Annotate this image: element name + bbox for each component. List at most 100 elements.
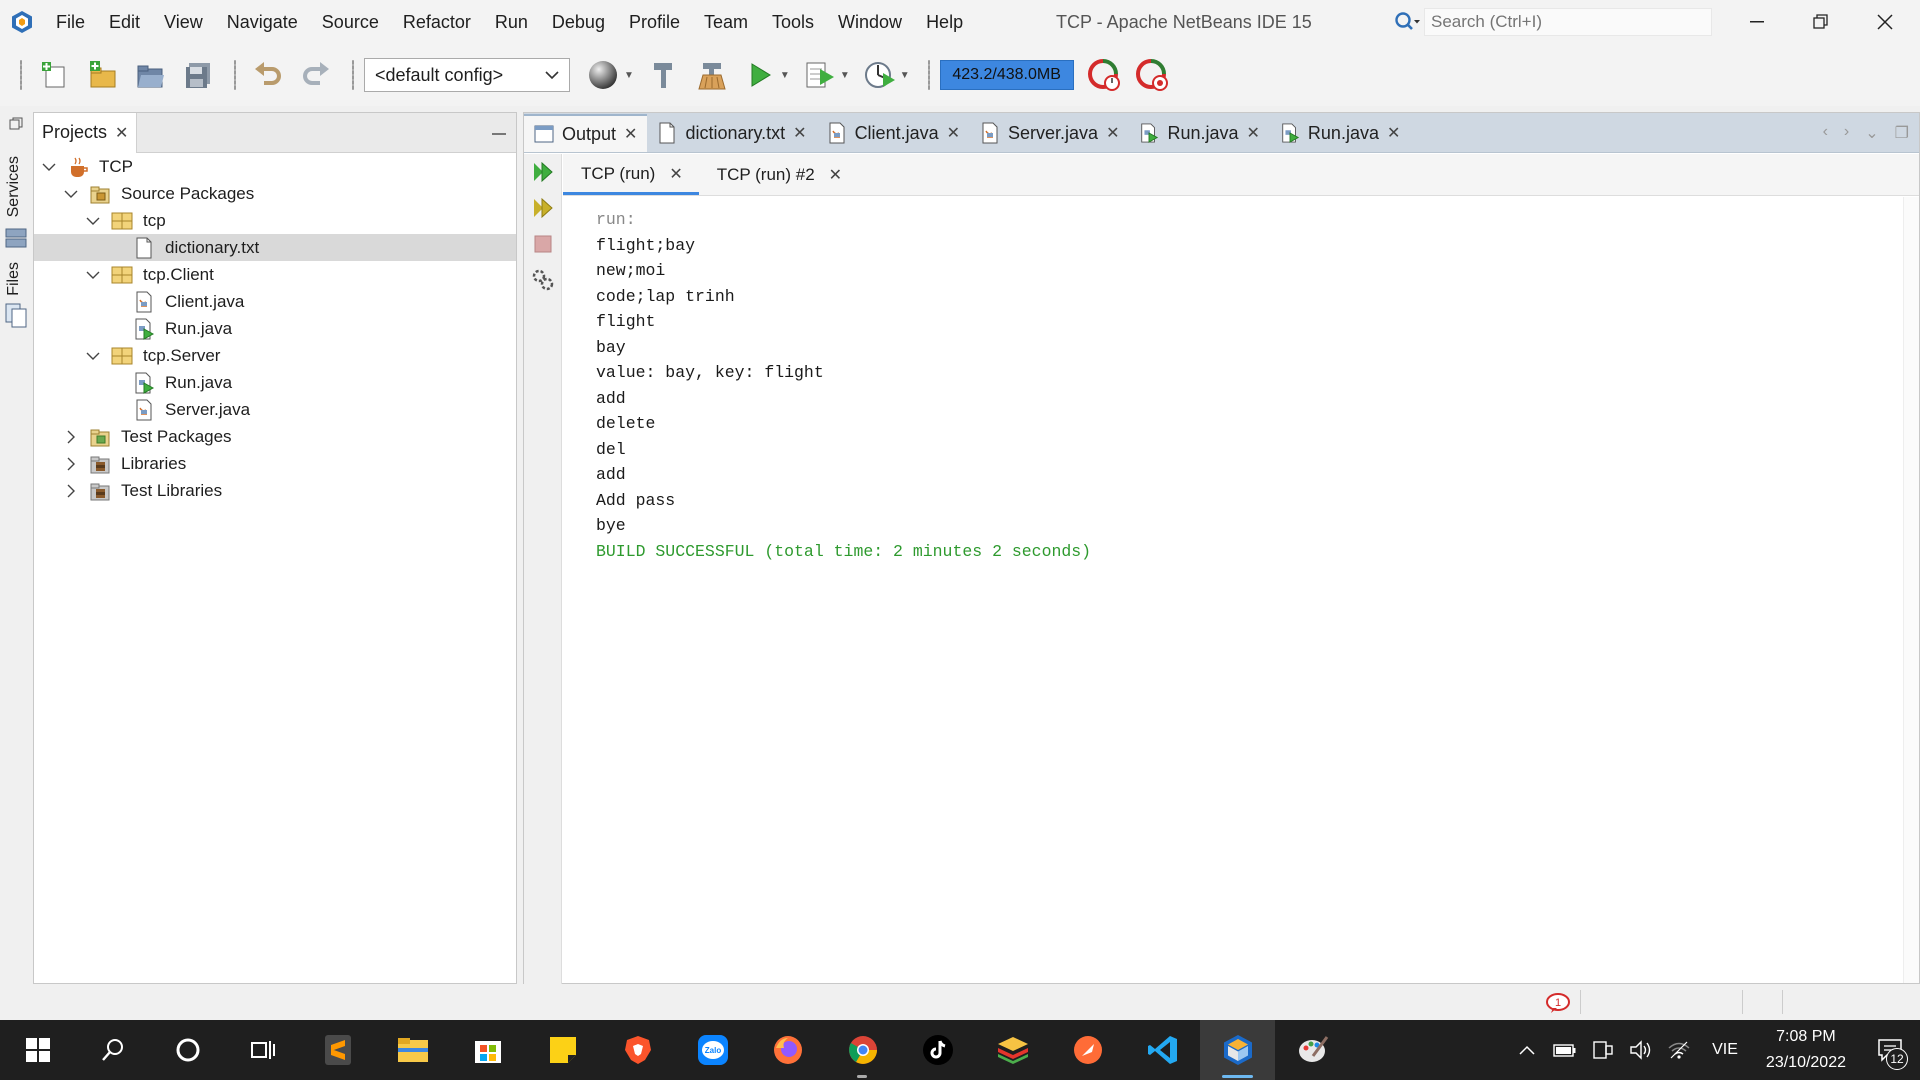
search-icon[interactable] xyxy=(1390,8,1424,36)
cortana-icon[interactable] xyxy=(150,1020,225,1080)
microsoft-store-icon[interactable] xyxy=(450,1020,525,1080)
chevron-down-icon[interactable] xyxy=(85,213,101,229)
tab-run-java[interactable]: Run.java ✕ xyxy=(1129,114,1269,152)
tab-run-java[interactable]: Run.java ✕ xyxy=(1270,114,1410,152)
firefox-icon[interactable] xyxy=(750,1020,825,1080)
clean-build-icon[interactable] xyxy=(690,53,734,97)
chevron-right-icon[interactable] xyxy=(63,429,79,445)
close-icon[interactable]: ✕ xyxy=(1387,123,1400,143)
tab-output[interactable]: Output ✕ xyxy=(524,114,648,152)
globe-icon[interactable] xyxy=(582,53,626,97)
undo-icon[interactable] xyxy=(246,53,290,97)
new-file-icon[interactable] xyxy=(32,53,76,97)
rerun-icon[interactable] xyxy=(524,154,562,190)
netbeans-logo-icon[interactable] xyxy=(0,0,44,44)
chevron-down-icon[interactable] xyxy=(41,159,57,175)
debug-project-icon[interactable] xyxy=(798,53,842,97)
bluestacks-icon[interactable] xyxy=(975,1020,1050,1080)
menu-help[interactable]: Help xyxy=(914,0,975,44)
save-all-icon[interactable] xyxy=(176,53,220,97)
paint-icon[interactable] xyxy=(1275,1020,1350,1080)
input-language-indicator[interactable]: VIE xyxy=(1698,1041,1752,1059)
task-view-icon[interactable] xyxy=(225,1020,300,1080)
vscode-icon[interactable] xyxy=(1125,1020,1200,1080)
redo-icon[interactable] xyxy=(294,53,338,97)
snapshot-profiler-icon[interactable] xyxy=(1130,53,1174,97)
globe-dropdown-icon[interactable]: ▼ xyxy=(624,70,634,81)
chevron-down-icon[interactable] xyxy=(63,186,79,202)
services-icon[interactable] xyxy=(4,226,28,255)
volume-icon[interactable] xyxy=(1622,1020,1660,1080)
device-icon[interactable] xyxy=(1584,1020,1622,1080)
chevron-down-icon[interactable]: ⌄ xyxy=(1865,123,1878,143)
tree-node-server-java[interactable]: Server.java xyxy=(34,396,516,423)
memory-usage-indicator[interactable]: 423.2/438.0MB xyxy=(939,60,1074,90)
files-side-tab[interactable]: Files xyxy=(5,262,23,296)
tree-node-dictionary-txt[interactable]: dictionary.txt xyxy=(34,234,516,261)
rerun-with-params-icon[interactable] xyxy=(524,190,562,226)
notification-icon[interactable]: 1 xyxy=(1545,992,1571,1014)
netbeans-icon[interactable] xyxy=(1200,1020,1275,1080)
close-icon[interactable]: ✕ xyxy=(669,164,682,184)
run-tab-tcp-run[interactable]: TCP (run) ✕ xyxy=(563,155,699,195)
tree-node-test-libraries[interactable]: Test Libraries xyxy=(34,477,516,504)
tree-node-tcp-server[interactable]: tcp.Server xyxy=(34,342,516,369)
console-output[interactable]: run: flight;bay new;moi code;lap trinh fligh… xyxy=(563,197,1903,983)
console-scrollbar[interactable] xyxy=(1903,197,1919,983)
run-project-icon[interactable] xyxy=(738,53,782,97)
close-icon[interactable]: ✕ xyxy=(793,123,806,143)
restore-window-icon[interactable]: ❐ xyxy=(1895,123,1909,143)
postman-icon[interactable] xyxy=(1050,1020,1125,1080)
run-tab-tcp-run-2[interactable]: TCP (run) #2 ✕ xyxy=(699,155,858,195)
tree-node-tcp-client[interactable]: tcp.Client xyxy=(34,261,516,288)
chrome-icon[interactable] xyxy=(825,1020,900,1080)
chevron-right-icon[interactable] xyxy=(63,456,79,472)
wifi-icon[interactable] xyxy=(1660,1020,1698,1080)
battery-icon[interactable] xyxy=(1546,1020,1584,1080)
menu-debug[interactable]: Debug xyxy=(540,0,617,44)
open-project-icon[interactable] xyxy=(128,53,172,97)
configuration-select[interactable]: <default config> xyxy=(364,58,570,92)
close-icon[interactable]: ✕ xyxy=(829,165,842,185)
menu-team[interactable]: Team xyxy=(692,0,760,44)
menu-navigate[interactable]: Navigate xyxy=(215,0,310,44)
files-icon[interactable] xyxy=(4,302,28,333)
tab-client-java[interactable]: Client.java ✕ xyxy=(817,114,970,152)
tree-node-libraries[interactable]: Libraries xyxy=(34,450,516,477)
brave-icon[interactable] xyxy=(600,1020,675,1080)
minimize-panel-button[interactable] xyxy=(492,133,506,135)
tree-node-run-java[interactable]: Run.java xyxy=(34,369,516,396)
tree-node-client-java[interactable]: Client.java xyxy=(34,288,516,315)
tab-dictionary-txt[interactable]: dictionary.txt ✕ xyxy=(647,114,816,152)
tree-node-test-packages[interactable]: Test Packages xyxy=(34,423,516,450)
tree-node-run-java[interactable]: Run.java xyxy=(34,315,516,342)
chevron-left-icon[interactable]: ‹ xyxy=(1823,123,1828,143)
chevron-right-icon[interactable]: › xyxy=(1844,123,1849,143)
close-icon[interactable]: ✕ xyxy=(1247,123,1260,143)
gc-profiler-icon[interactable] xyxy=(1082,53,1126,97)
restore-button[interactable] xyxy=(1789,0,1853,44)
sublime-text-icon[interactable] xyxy=(300,1020,375,1080)
run-dropdown-icon[interactable]: ▼ xyxy=(780,70,790,81)
stop-icon[interactable] xyxy=(524,226,562,262)
menu-edit[interactable]: Edit xyxy=(97,0,152,44)
menu-run[interactable]: Run xyxy=(483,0,540,44)
search-icon[interactable] xyxy=(75,1020,150,1080)
restore-window-group-icon[interactable] xyxy=(9,116,23,136)
chevron-up-icon[interactable] xyxy=(1508,1020,1546,1080)
new-project-icon[interactable] xyxy=(80,53,124,97)
profile-dropdown-icon[interactable]: ▼ xyxy=(900,70,910,81)
tree-node-source-packages[interactable]: Source Packages xyxy=(34,180,516,207)
menu-file[interactable]: File xyxy=(44,0,97,44)
menu-profile[interactable]: Profile xyxy=(617,0,692,44)
services-side-tab[interactable]: Services xyxy=(5,156,23,217)
chevron-down-icon[interactable] xyxy=(85,267,101,283)
close-window-button[interactable] xyxy=(1853,0,1917,44)
menu-window[interactable]: Window xyxy=(826,0,914,44)
settings-icon[interactable] xyxy=(524,262,562,298)
minimize-button[interactable] xyxy=(1725,0,1789,44)
windows-start-icon[interactable] xyxy=(0,1020,75,1080)
tab-server-java[interactable]: Server.java ✕ xyxy=(970,114,1129,152)
zalo-icon[interactable]: Zalo xyxy=(675,1020,750,1080)
close-icon[interactable]: ✕ xyxy=(624,124,637,144)
